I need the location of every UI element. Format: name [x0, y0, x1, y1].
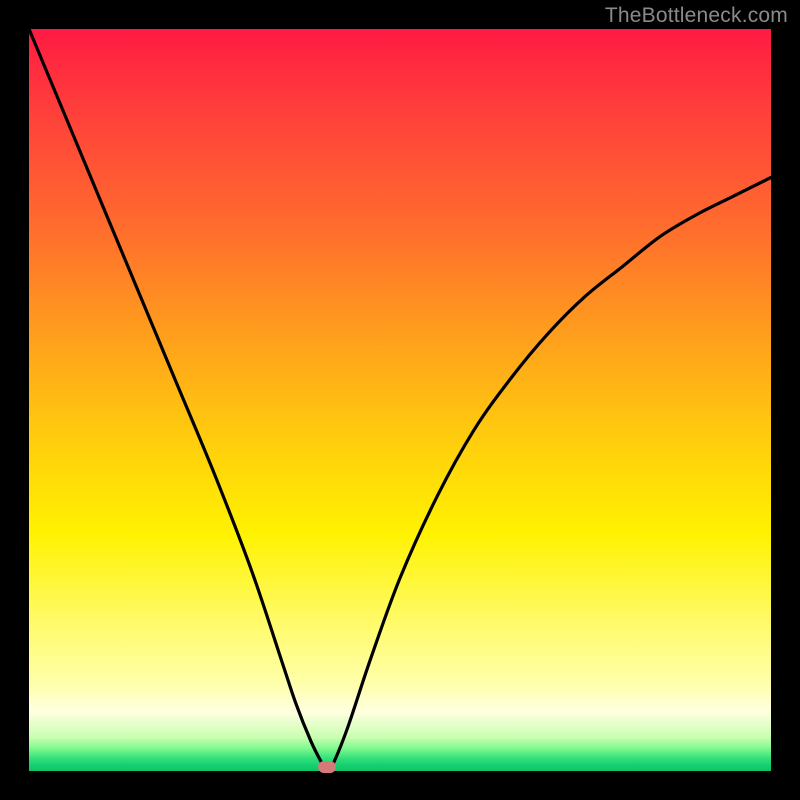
optimal-marker [318, 761, 336, 773]
chart-plot-area [29, 29, 771, 771]
bottleneck-curve [29, 29, 771, 771]
watermark-text: TheBottleneck.com [605, 4, 788, 28]
chart-frame: TheBottleneck.com [0, 0, 800, 800]
